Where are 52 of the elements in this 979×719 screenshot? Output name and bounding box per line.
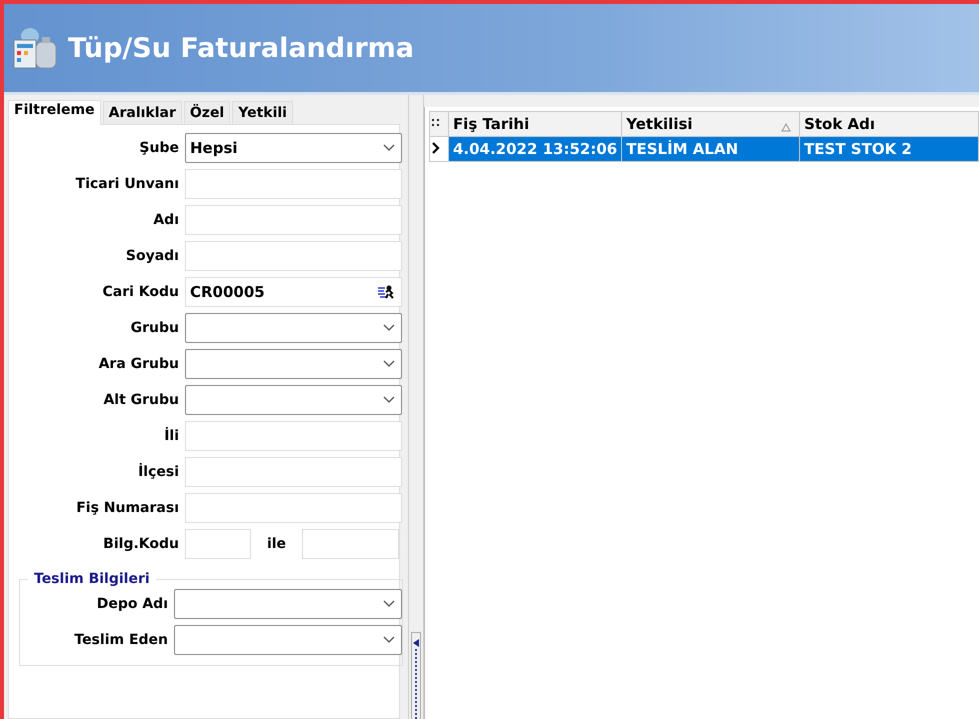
tab[interactable]: Aralıklar xyxy=(102,101,182,124)
column-header[interactable]: Stok Adı xyxy=(800,112,978,136)
field-label: Alt Grubu xyxy=(102,392,179,408)
field-label: Depo Adı xyxy=(96,596,168,612)
field-label: Bilg.Kodu xyxy=(102,536,179,552)
dropdown[interactable] xyxy=(185,385,402,415)
input-field[interactable] xyxy=(185,421,402,451)
dropdown[interactable] xyxy=(174,589,402,619)
group-title: Teslim Bilgileri xyxy=(33,571,151,587)
field-label: Fiş Numarası xyxy=(75,500,179,516)
chevron-icon xyxy=(383,144,395,152)
row-pointer-icon xyxy=(432,142,440,154)
tab[interactable]: Filtreleme xyxy=(8,100,101,125)
field-label: ile xyxy=(266,536,288,552)
dropdown[interactable] xyxy=(185,313,402,343)
table-cell: TESLİM ALAN xyxy=(622,136,800,162)
grip-icon xyxy=(432,118,440,128)
table-cell: TEST STOK 2 xyxy=(800,136,978,162)
input-field[interactable]: CR00005 xyxy=(185,277,402,307)
dropdown[interactable]: Hepsi xyxy=(185,133,402,163)
field-label: İli xyxy=(163,428,179,444)
input-field[interactable] xyxy=(185,169,402,199)
runner-icon[interactable] xyxy=(377,283,395,301)
field-label: İlçesi xyxy=(137,464,179,480)
field-label: Ara Grubu xyxy=(98,356,179,372)
field-label: Teslim Eden xyxy=(73,632,168,648)
window-title: Tüp/Su Faturalandırma xyxy=(68,32,414,64)
dropdown[interactable] xyxy=(174,625,402,655)
chevron-icon xyxy=(383,636,395,644)
splitter-handle[interactable] xyxy=(411,632,421,719)
table-cell: 4.04.2022 13:52:06 xyxy=(448,136,622,162)
chevron-icon xyxy=(383,324,395,332)
input-field[interactable] xyxy=(302,529,399,559)
field-label: Cari Kodu xyxy=(101,284,179,300)
input-field[interactable] xyxy=(185,241,402,271)
tab[interactable]: Özel xyxy=(184,101,230,124)
field-label: Ticari Unvanı xyxy=(74,176,179,192)
input-field[interactable] xyxy=(185,493,402,523)
tab[interactable]: Yetkili xyxy=(232,101,293,124)
input-field[interactable] xyxy=(185,529,251,559)
chevron-icon xyxy=(383,360,395,368)
field-label: Soyadı xyxy=(124,248,179,264)
chevron-icon xyxy=(383,396,395,404)
column-header[interactable]: Fiş Tarihi xyxy=(448,112,622,136)
field-label: Adı xyxy=(152,212,179,228)
column-header[interactable]: Yetkilisi xyxy=(622,112,800,136)
field-label: Grubu xyxy=(130,320,179,336)
field-label: Şube xyxy=(138,140,179,156)
input-field[interactable] xyxy=(185,457,402,487)
chevron-icon xyxy=(383,600,395,608)
dropdown[interactable] xyxy=(185,349,402,379)
input-field[interactable] xyxy=(185,205,402,235)
